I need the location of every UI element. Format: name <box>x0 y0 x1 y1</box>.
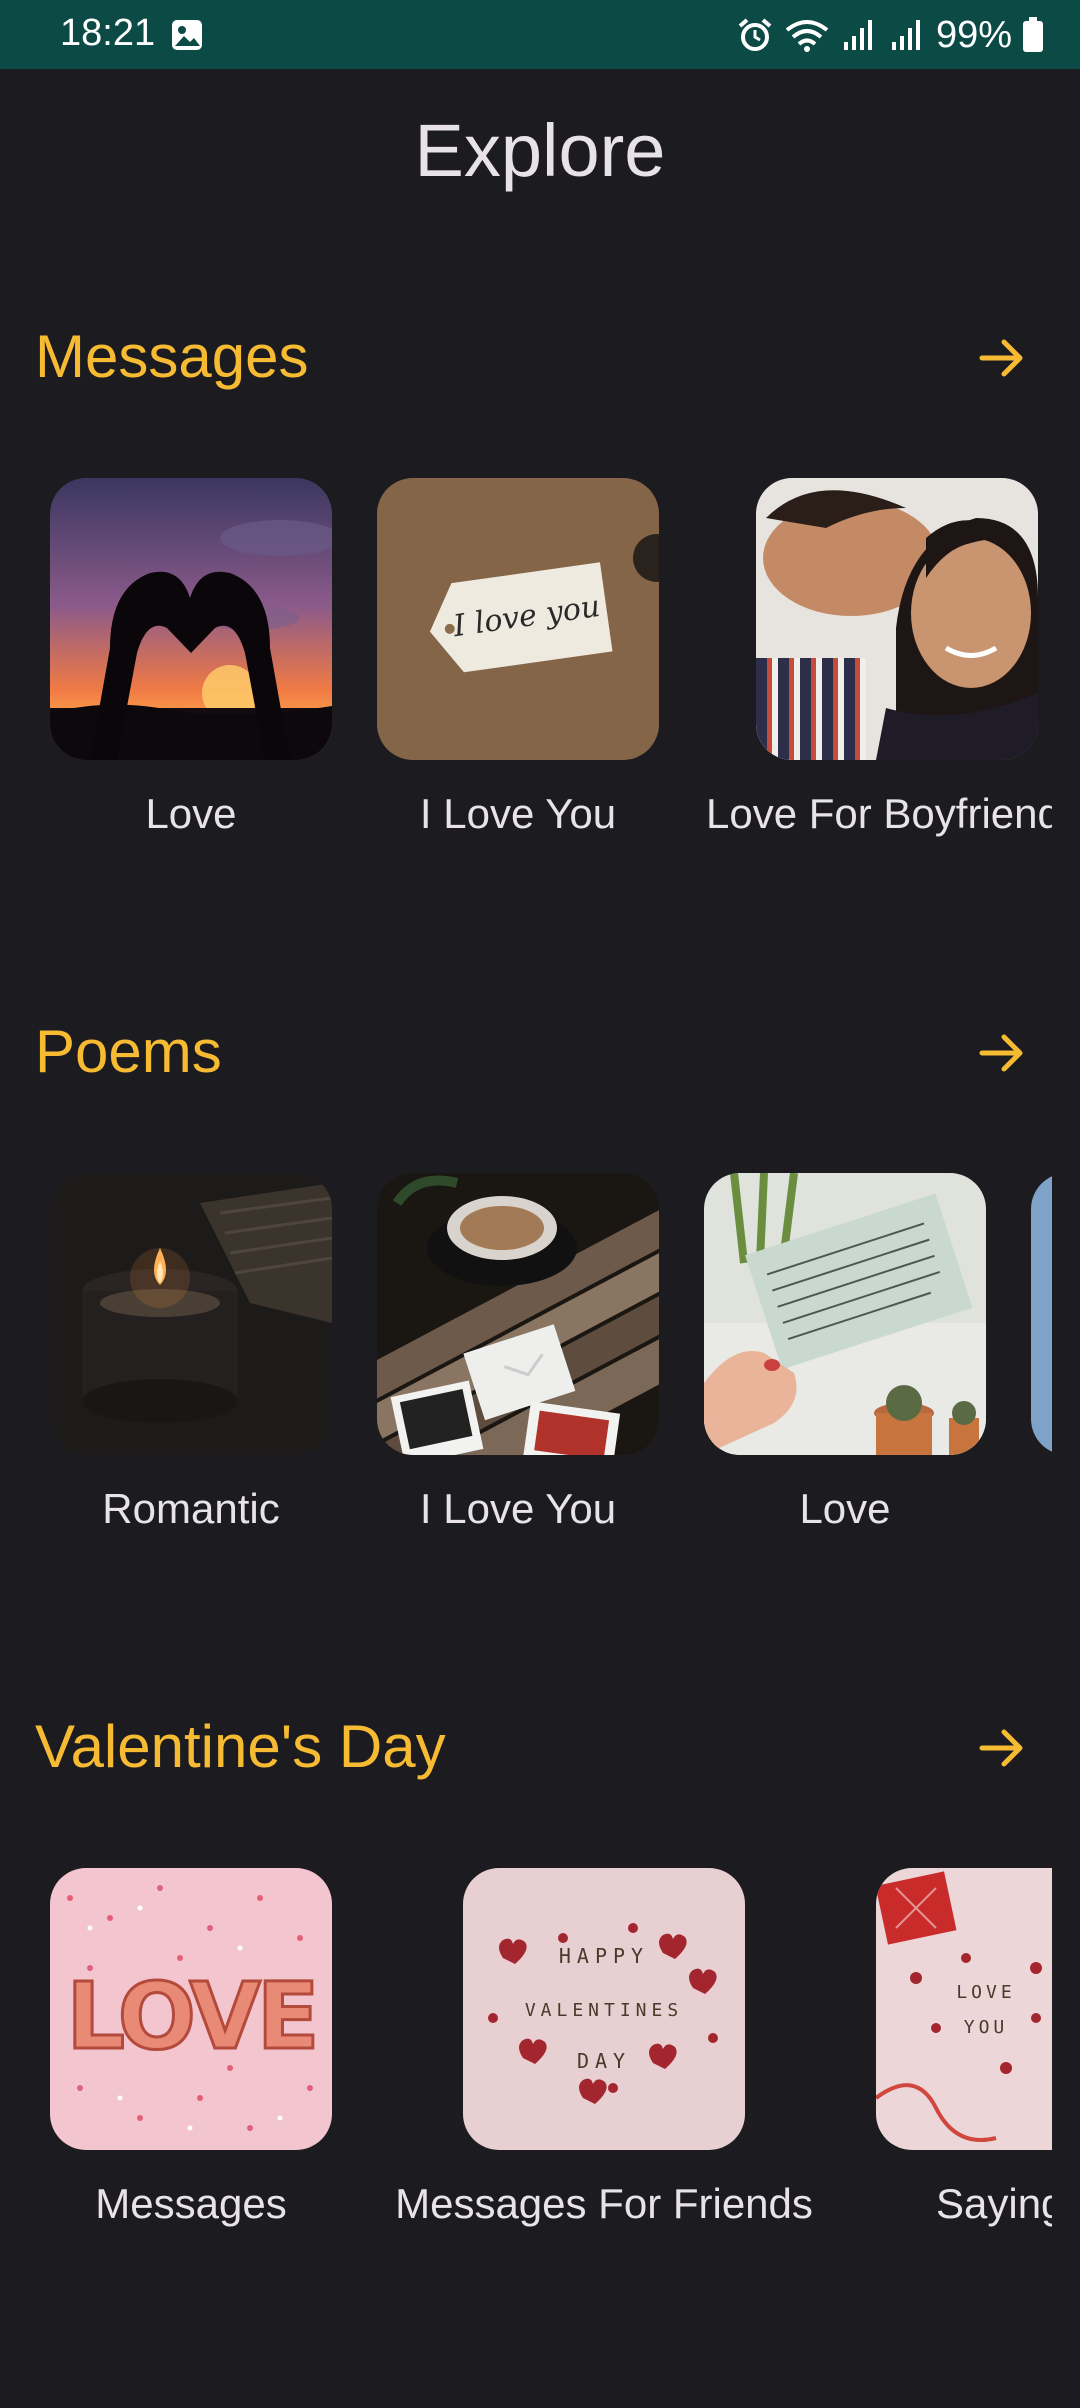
couple-image <box>756 478 1038 760</box>
tiles-happy: HAPPY <box>559 1944 649 1968</box>
candle-book-image <box>50 1173 332 1455</box>
poems-item-i-love-you-image[interactable] <box>377 1173 659 1455</box>
signal-icon <box>891 20 920 50</box>
tiles-valentines: VALENTINES <box>525 2000 683 2021</box>
valentines-item-messages-image[interactable]: LOVE <box>50 1868 332 2150</box>
happy-valentines-tiles-image: HAPPY VALENTINES DAY <box>463 1868 745 2150</box>
status-bar: 18:21 99% <box>0 0 1080 69</box>
section-title-valentines-day: Valentine's Day <box>35 1713 446 1780</box>
valentines-carousel[interactable]: LOVE Messages HAPPY VALENTINES DAY Messa… <box>0 1860 1052 2260</box>
poems-item-partial-image[interactable] <box>1031 1173 1052 1455</box>
tiles-day: DAY <box>577 2049 631 2073</box>
status-icons: 99% <box>736 10 1044 60</box>
arrow-right-icon[interactable] <box>976 1722 1028 1774</box>
coffee-polaroids-image <box>377 1173 659 1455</box>
poems-item-i-love-you-label[interactable]: I Love You <box>377 1485 659 1533</box>
poems-item-romantic-image[interactable] <box>50 1173 332 1455</box>
arrow-right-icon[interactable] <box>976 1027 1028 1079</box>
signal-icon <box>843 20 872 50</box>
section-title-poems: Poems <box>35 1018 222 1085</box>
poems-item-romantic-label[interactable]: Romantic <box>50 1485 332 1533</box>
gift-love-you-image: LOVE YOU <box>876 1868 1052 2150</box>
messages-carousel[interactable]: Love I love you I Love You Love For Boyf… <box>0 470 1052 870</box>
valentines-item-sayings-label[interactable]: Sayings <box>936 2180 1052 2228</box>
note-in-hand-image <box>704 1173 986 1455</box>
valentines-item-sayings-image[interactable]: LOVE YOU <box>876 1868 1052 2150</box>
alarm-icon <box>738 18 772 51</box>
tiles-you: YOU <box>964 2017 1009 2038</box>
arrow-right-icon[interactable] <box>976 332 1028 384</box>
wifi-icon <box>785 20 829 52</box>
messages-item-i-love-you-image[interactable]: I love you <box>377 478 659 760</box>
gallery-icon <box>172 20 202 50</box>
valentines-item-messages-for-friends-label[interactable]: Messages For Friends <box>354 2180 854 2228</box>
messages-item-love-image[interactable] <box>50 478 332 760</box>
messages-item-love-label[interactable]: Love <box>50 790 332 838</box>
poems-item-love-label[interactable]: Love <box>704 1485 986 1533</box>
battery-icon <box>1023 17 1043 52</box>
poems-carousel[interactable]: Romantic I Love You Love <box>0 1165 1052 1565</box>
section-title-messages: Messages <box>35 323 309 390</box>
messages-item-i-love-you-label[interactable]: I Love You <box>377 790 659 838</box>
messages-item-love-for-boyfriend-image[interactable] <box>756 478 1038 760</box>
valentines-item-messages-label[interactable]: Messages <box>50 2180 332 2228</box>
poems-item-love-image[interactable] <box>704 1173 986 1455</box>
valentines-item-messages-for-friends-image[interactable]: HAPPY VALENTINES DAY <box>463 1868 745 2150</box>
battery-percentage: 99% <box>935 13 1012 56</box>
messages-item-love-for-boyfriend-label[interactable]: Love For Boyfriend <box>706 790 1052 838</box>
love-tag-image: I love you <box>377 478 659 760</box>
status-time: 18:21 <box>60 12 156 54</box>
tiles-love: LOVE <box>956 1982 1015 2003</box>
page-title: Explore <box>414 109 666 192</box>
love-cookies-image: LOVE <box>50 1868 332 2150</box>
love-cookie-letters: LOVE <box>66 1963 315 2070</box>
heart-hands-sunset-image <box>50 478 332 760</box>
